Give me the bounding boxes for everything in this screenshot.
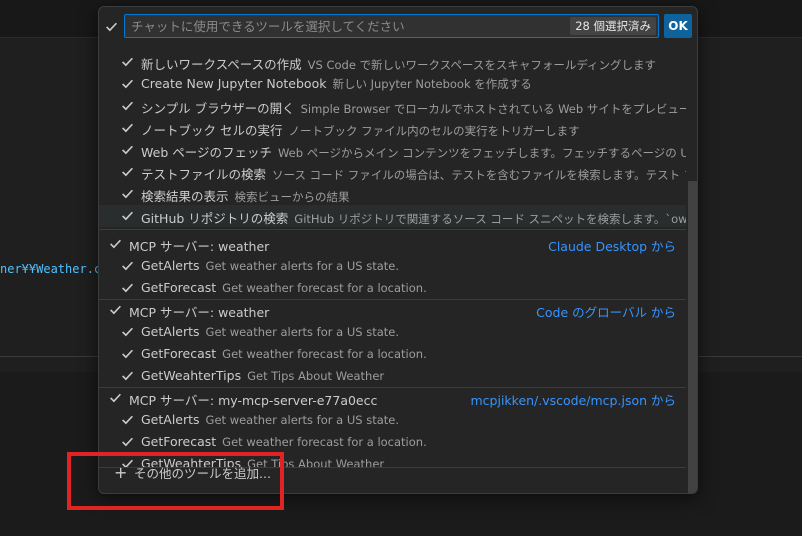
tool-item[interactable]: Create New Jupyter Notebook 新しい Jupyter N… [99, 73, 686, 95]
tool-desc: ノートブック ファイル内のセルの実行をトリガーします [288, 124, 580, 138]
server-source-link[interactable]: Code のグローバル から [536, 302, 676, 321]
tool-item[interactable]: ノートブック セルの実行 ノートブック ファイル内のセルの実行をトリガーします [99, 117, 686, 139]
tool-desc: Get weather forecast for a location. [222, 281, 427, 295]
check-icon[interactable] [121, 55, 135, 69]
highlight-annotation-box [67, 452, 284, 510]
tool-desc: Get weather alerts for a US state. [205, 259, 400, 273]
list-item-partial [99, 35, 686, 45]
tool-item[interactable]: 新しいワークスペースの作成 VS Code で新しいワークスペースをスキャフォール… [99, 51, 686, 73]
check-icon[interactable] [121, 259, 135, 273]
tool-item[interactable]: GetAlerts Get weather alerts for a US sta… [99, 409, 686, 431]
tool-picker: 28 個選択済み OK 新しいワークスペースの作成VS Code で新しいワーク… [98, 6, 698, 494]
server-header-weather-global[interactable]: MCP サーバー: weather Code のグローバル から [99, 299, 686, 321]
tool-desc: ソース コード ファイルの場合は、テストを含むファイルを検索します。テスト ファ… [272, 168, 686, 182]
check-icon[interactable] [109, 303, 123, 317]
check-icon[interactable] [121, 77, 135, 91]
tool-list: 新しいワークスペースの作成 VS Code で新しいワークスペースをスキャフォール… [99, 47, 697, 487]
tool-desc: Simple Browser でローカルでホストされている Web サイトをプレ… [300, 102, 686, 116]
tool-name: GetForecast [141, 346, 217, 361]
tool-item[interactable]: シンプル ブラウザーの開く Simple Browser でローカルでホストされて… [99, 95, 686, 117]
server-title: MCP サーバー: weather [129, 305, 270, 320]
check-icon[interactable] [121, 121, 135, 135]
check-icon[interactable] [121, 99, 135, 113]
tool-name: シンプル ブラウザーの開く [141, 101, 295, 116]
tool-item[interactable]: GitHub リポジトリの検索 GitHub リポジトリで関連するソース コード … [99, 205, 686, 227]
tool-search-input[interactable] [125, 15, 565, 37]
tool-name: テストファイルの検索 [141, 167, 267, 182]
server-header-my-mcp-server[interactable]: MCP サーバー: my-mcp-server-e77a0ecc mcpjikk… [99, 387, 686, 409]
tool-item[interactable]: GetAlerts Get weather alerts for a US sta… [99, 255, 686, 277]
tool-desc: GitHub リポジトリで関連するソース コード スニペットを検索します。`ow… [294, 212, 686, 226]
tool-item[interactable]: GetWeahterTips Get Tips About Weather [99, 365, 686, 387]
tool-name: ノートブック セルの実行 [141, 123, 283, 138]
server-title: MCP サーバー: weather [129, 239, 270, 254]
check-icon[interactable] [121, 347, 135, 361]
tool-desc: Get weather alerts for a US state. [205, 413, 400, 427]
server-source-link[interactable]: mcpjikken/.vscode/mcp.json から [470, 390, 676, 409]
tool-desc: Get weather forecast for a location. [222, 435, 427, 449]
tool-name: Web ページのフェッチ [141, 145, 272, 160]
check-icon[interactable] [121, 435, 135, 449]
check-icon[interactable] [121, 165, 135, 179]
check-icon[interactable] [121, 325, 135, 339]
tool-desc: Web ページからメイン コンテンツをフェッチします。フェッチするページの UR… [277, 146, 686, 160]
tool-item[interactable]: GetForecast Get weather forecast for a lo… [99, 277, 686, 299]
tool-item[interactable]: GetForecast Get weather forecast for a lo… [99, 431, 686, 453]
check-icon[interactable] [121, 369, 135, 383]
tool-name: GetForecast [141, 434, 217, 449]
editor-path-fragment: ner¥¥Weather.cs [0, 262, 109, 276]
tool-desc: Get Tips About Weather [247, 369, 385, 383]
tool-name: Create New Jupyter Notebook [141, 76, 327, 91]
select-all-check-icon[interactable] [105, 20, 119, 34]
check-icon[interactable] [121, 143, 135, 157]
tool-name: GetAlerts [141, 258, 200, 273]
check-icon[interactable] [121, 413, 135, 427]
tool-name: GetWeahterTips [141, 368, 242, 383]
tool-desc: VS Code で新しいワークスペースをスキャフォールディングします [307, 58, 657, 72]
tool-name: GetAlerts [141, 412, 200, 427]
list-scrollbar[interactable] [688, 181, 697, 493]
check-icon[interactable] [109, 391, 123, 405]
check-icon[interactable] [109, 237, 123, 251]
tool-name: GetForecast [141, 280, 217, 295]
tool-name: 新しいワークスペースの作成 [141, 57, 302, 72]
tool-item[interactable]: Web ページのフェッチ Web ページからメイン コンテンツをフェッチします。フ… [99, 139, 686, 161]
selected-count-badge: 28 個選択済み [570, 17, 656, 35]
check-icon[interactable] [121, 209, 135, 223]
tool-desc: 検索ビューからの結果 [234, 190, 350, 204]
tool-item[interactable]: 検索結果の表示 検索ビューからの結果 [99, 183, 686, 205]
check-icon[interactable] [121, 187, 135, 201]
tool-item[interactable]: GetForecast Get weather forecast for a lo… [99, 343, 686, 365]
tool-name: GitHub リポジトリの検索 [141, 211, 289, 226]
server-header-weather-claude[interactable]: MCP サーバー: weather Claude Desktop から [99, 233, 686, 255]
tool-desc: Get weather forecast for a location. [222, 347, 427, 361]
tool-desc: Get weather alerts for a US state. [205, 325, 400, 339]
tool-desc: 新しい Jupyter Notebook を作成する [332, 77, 532, 91]
server-source-link[interactable]: Claude Desktop から [548, 236, 676, 255]
tool-item[interactable]: GetAlerts Get weather alerts for a US sta… [99, 321, 686, 343]
check-icon[interactable] [121, 281, 135, 295]
tool-item[interactable]: テストファイルの検索 ソース コード ファイルの場合は、テストを含むファイルを検索… [99, 161, 686, 183]
group-divider [99, 229, 686, 230]
tool-name: 検索結果の表示 [141, 189, 229, 204]
tool-name: GetAlerts [141, 324, 200, 339]
server-title: MCP サーバー: my-mcp-server-e77a0ecc [129, 393, 378, 408]
